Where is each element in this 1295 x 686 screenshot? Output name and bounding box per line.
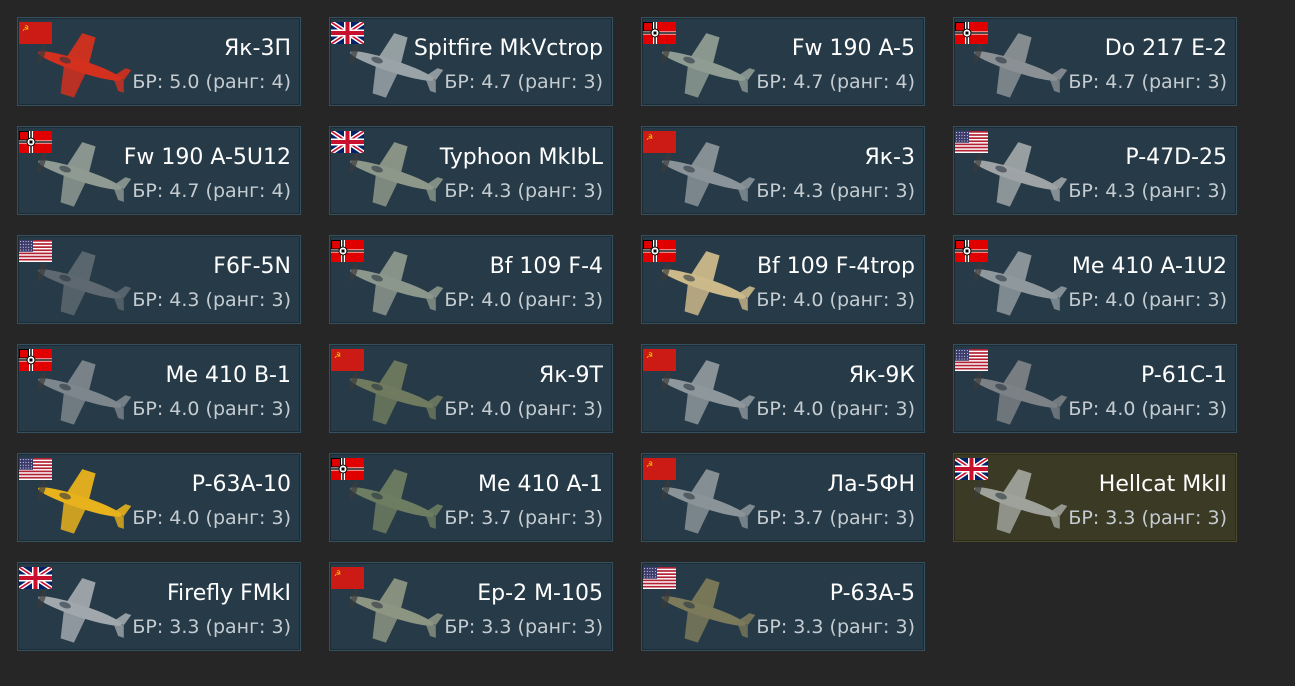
vehicle-name: Me 410 A-1U2 [1071,254,1227,279]
battle-rating: БР: 4.0 (ранг: 3) [444,289,603,311]
vehicle-name: Typhoon MkIbL [439,145,603,170]
vehicle-name: P-61C-1 [1140,363,1227,388]
vehicle-name: Як-9Т [539,363,603,388]
nation-flag-icon [19,567,52,589]
vehicle-card[interactable]: Typhoon MkIbL БР: 4.3 (ранг: 3) [329,126,613,215]
nation-flag-icon [19,131,52,153]
nation-flag-icon [643,22,676,44]
vehicle-card[interactable]: P-63A-10 БР: 4.0 (ранг: 3) [17,453,301,542]
nation-flag-icon [955,22,988,44]
battle-rating: БР: 4.0 (ранг: 3) [132,507,291,529]
vehicle-name: P-47D-25 [1125,145,1227,170]
battle-rating: БР: 4.0 (ранг: 3) [444,398,603,420]
battle-rating: БР: 4.0 (ранг: 3) [1068,289,1227,311]
vehicle-name: Ер-2 М-105 [477,581,603,606]
vehicle-name: Spitfire MkVctrop [413,36,603,61]
svg-text:☭: ☭ [334,569,341,578]
vehicle-name: Fw 190 A-5 [791,36,915,61]
battle-rating: БР: 3.3 (ранг: 3) [444,616,603,638]
nation-flag-icon [955,240,988,262]
vehicle-name: Bf 109 F-4trop [756,254,915,279]
vehicle-card[interactable]: Fw 190 A-5 БР: 4.7 (ранг: 4) [641,17,925,106]
nation-flag-icon: ☭ [643,458,676,480]
vehicle-name: Як-9К [848,363,915,388]
battle-rating: БР: 4.7 (ранг: 4) [756,71,915,93]
vehicle-name: Me 410 B-1 [165,363,291,388]
svg-text:☭: ☭ [22,24,29,33]
nation-flag-icon [955,458,988,480]
vehicle-card[interactable]: Me 410 B-1 БР: 4.0 (ранг: 3) [17,344,301,433]
battle-rating: БР: 4.7 (ранг: 3) [1068,71,1227,93]
vehicle-card[interactable]: F6F-5N БР: 4.3 (ранг: 3) [17,235,301,324]
battle-rating: БР: 4.3 (ранг: 3) [444,180,603,202]
vehicle-card[interactable]: ☭ Як-9К БР: 4.0 (ранг: 3) [641,344,925,433]
vehicle-card[interactable]: ☭ Як-9Т БР: 4.0 (ранг: 3) [329,344,613,433]
battle-rating: БР: 3.7 (ранг: 3) [444,507,603,529]
battle-rating: БР: 4.7 (ранг: 3) [444,71,603,93]
nation-flag-icon [19,240,52,262]
svg-text:☭: ☭ [334,351,341,360]
vehicle-card[interactable]: Firefly FMkI БР: 3.3 (ранг: 3) [17,562,301,651]
battle-rating: БР: 4.0 (ранг: 3) [1068,398,1227,420]
nation-flag-icon [19,349,52,371]
battle-rating: БР: 4.3 (ранг: 3) [1068,180,1227,202]
battle-rating: БР: 3.3 (ранг: 3) [132,616,291,638]
battle-rating: БР: 4.3 (ранг: 3) [132,289,291,311]
nation-flag-icon: ☭ [331,349,364,371]
nation-flag-icon: ☭ [19,22,52,44]
battle-rating: БР: 3.3 (ранг: 3) [756,616,915,638]
battle-rating: БР: 4.0 (ранг: 3) [132,398,291,420]
nation-flag-icon [331,458,364,480]
vehicle-card[interactable]: P-61C-1 БР: 4.0 (ранг: 3) [953,344,1237,433]
vehicle-name: Як-3 [864,145,915,170]
vehicle-card[interactable]: ☭ Ер-2 М-105 БР: 3.3 (ранг: 3) [329,562,613,651]
nation-flag-icon [331,131,364,153]
vehicle-card[interactable]: Me 410 A-1U2 БР: 4.0 (ранг: 3) [953,235,1237,324]
battle-rating: БР: 3.3 (ранг: 3) [1068,507,1227,529]
vehicle-card[interactable]: ☭ Як-3 БР: 4.3 (ранг: 3) [641,126,925,215]
nation-flag-icon: ☭ [643,131,676,153]
vehicle-name: Do 217 E-2 [1104,36,1227,61]
svg-text:☭: ☭ [646,351,653,360]
nation-flag-icon [643,567,676,589]
battle-rating: БР: 4.3 (ранг: 3) [756,180,915,202]
nation-flag-icon [955,349,988,371]
nation-flag-icon [19,458,52,480]
vehicle-card[interactable]: Bf 109 F-4trop БР: 4.0 (ранг: 3) [641,235,925,324]
vehicle-card[interactable]: P-47D-25 БР: 4.3 (ранг: 3) [953,126,1237,215]
vehicle-grid: ☭ Як-3П БР: 5.0 (ранг: 4) Spitfire MkVctr… [17,17,1237,651]
nation-flag-icon [331,240,364,262]
vehicle-name: Firefly FMkI [167,581,291,606]
vehicle-name: Ла-5ФН [827,472,915,497]
vehicle-name: Як-3П [223,36,291,61]
vehicle-name: P-63A-5 [829,581,915,606]
battle-rating: БР: 3.7 (ранг: 3) [756,507,915,529]
vehicle-name: Fw 190 A-5U12 [123,145,291,170]
vehicle-card[interactable]: ☭ Ла-5ФН БР: 3.7 (ранг: 3) [641,453,925,542]
vehicle-card[interactable]: Me 410 A-1 БР: 3.7 (ранг: 3) [329,453,613,542]
nation-flag-icon: ☭ [643,349,676,371]
svg-text:☭: ☭ [646,133,653,142]
vehicle-card[interactable]: Do 217 E-2 БР: 4.7 (ранг: 3) [953,17,1237,106]
vehicle-name: F6F-5N [213,254,291,279]
vehicle-name: P-63A-10 [191,472,291,497]
battle-rating: БР: 4.0 (ранг: 3) [756,398,915,420]
vehicle-card[interactable]: Fw 190 A-5U12 БР: 4.7 (ранг: 4) [17,126,301,215]
nation-flag-icon [643,240,676,262]
nation-flag-icon: ☭ [331,567,364,589]
svg-text:☭: ☭ [646,460,653,469]
nation-flag-icon [955,131,988,153]
vehicle-name: Bf 109 F-4 [489,254,603,279]
vehicle-card[interactable]: Spitfire MkVctrop БР: 4.7 (ранг: 3) [329,17,613,106]
vehicle-card[interactable]: ☭ Як-3П БР: 5.0 (ранг: 4) [17,17,301,106]
vehicle-name: Hellcat MkII [1098,472,1227,497]
vehicle-name: Me 410 A-1 [478,472,603,497]
battle-rating: БР: 5.0 (ранг: 4) [132,71,291,93]
battle-rating: БР: 4.7 (ранг: 4) [132,180,291,202]
vehicle-card[interactable]: P-63A-5 БР: 3.3 (ранг: 3) [641,562,925,651]
vehicle-card[interactable]: Bf 109 F-4 БР: 4.0 (ранг: 3) [329,235,613,324]
nation-flag-icon [331,22,364,44]
battle-rating: БР: 4.0 (ранг: 3) [756,289,915,311]
vehicle-card-premium[interactable]: Hellcat MkII БР: 3.3 (ранг: 3) [953,453,1237,542]
